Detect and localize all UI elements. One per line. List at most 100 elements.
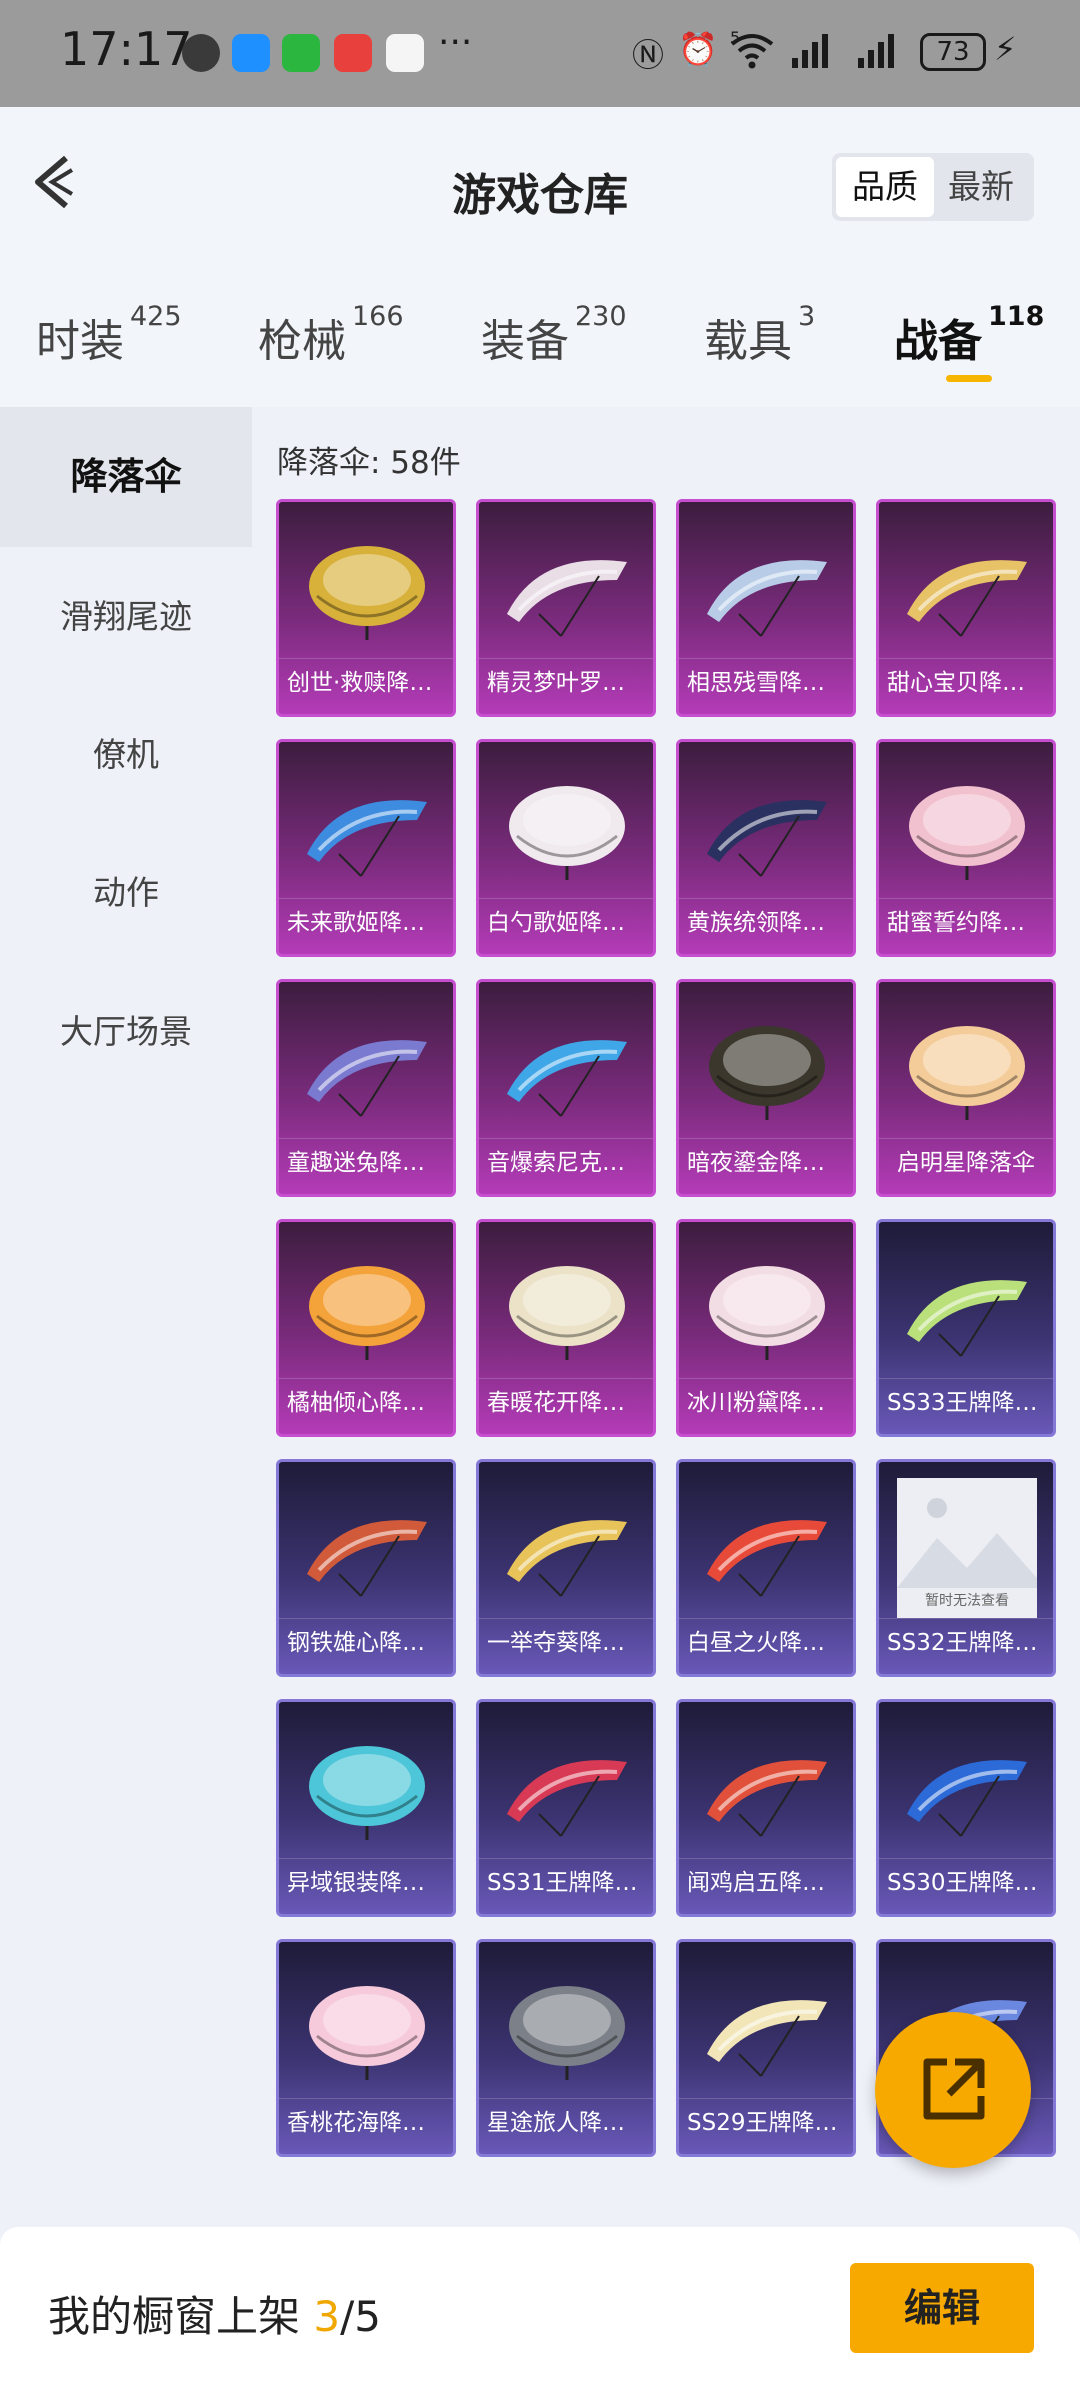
item-name: SS29王牌降落伞 [679, 2098, 853, 2146]
tab-count: 3 [798, 301, 816, 332]
item-card[interactable]: SS29王牌降落伞 [676, 1939, 856, 2157]
item-card[interactable]: 异域银装降落伞 [276, 1699, 456, 1917]
signal-2-icon [856, 30, 900, 78]
item-card[interactable]: 白昼之火降落伞 [676, 1459, 856, 1677]
item-card[interactable]: 橘柚倾心降落伞 [276, 1219, 456, 1437]
parachute-thumbnail [499, 1020, 635, 1124]
item-card[interactable]: 黄族统领降落伞 [676, 739, 856, 957]
tab-count: 230 [575, 301, 627, 332]
showcase-bar: 我的橱窗上架 3/5 编辑 [0, 2227, 1080, 2387]
sidebar-item-lobby-scene[interactable]: 大厅场景 [0, 962, 252, 1102]
parachute-thumbnail [899, 780, 1035, 884]
parachute-thumbnail [299, 540, 435, 644]
parachute-thumbnail [899, 1740, 1035, 1844]
item-card[interactable]: 创世·救赎降落伞 [276, 499, 456, 717]
item-name: 香桃花海降落伞 [279, 2098, 453, 2146]
page-header: 游戏仓库 品质 最新 [0, 107, 1080, 257]
sort-latest-button[interactable]: 最新 [932, 157, 1030, 217]
item-card[interactable]: 未来歌姬降落伞 [276, 739, 456, 957]
tab-equipment[interactable]: 装备 230 [481, 301, 627, 369]
parachute-thumbnail [299, 1020, 435, 1124]
item-card[interactable]: 精灵梦叶罗降落伞 [476, 499, 656, 717]
item-card[interactable]: 童趣迷兔降落伞 [276, 979, 456, 1197]
parachute-thumbnail [699, 1260, 835, 1364]
item-card[interactable]: SS33王牌降落伞 [876, 1219, 1056, 1437]
item-name: 白勺歌姬降落伞 [479, 898, 653, 946]
item-name: SS33王牌降落伞 [879, 1378, 1053, 1426]
tab-label: 枪械 [258, 316, 346, 367]
tab-firearms[interactable]: 枪械 166 [258, 301, 404, 369]
item-card[interactable]: 一举夺葵降落伞 [476, 1459, 656, 1677]
item-card[interactable]: 甜蜜誓约降落伞 [876, 739, 1056, 957]
tab-label: 载具 [704, 316, 792, 367]
item-name: 星途旅人降落伞 [479, 2098, 653, 2146]
parachute-thumbnail [499, 1740, 635, 1844]
parachute-thumbnail [699, 1980, 835, 2084]
parachute-thumbnail [299, 1980, 435, 2084]
sidebar-item-wingman[interactable]: 僚机 [0, 685, 252, 825]
wechat-notification-icon [282, 34, 320, 72]
china-mobile-notification-icon [386, 34, 424, 72]
item-card[interactable]: 冰川粉黛降落伞 [676, 1219, 856, 1437]
item-card[interactable]: SS31王牌降落伞 [476, 1699, 656, 1917]
tab-fashion[interactable]: 时装 425 [36, 301, 182, 369]
sidebar-item-emote[interactable]: 动作 [0, 823, 252, 963]
showcase-status: 我的橱窗上架 3/5 [48, 2283, 381, 2344]
parachute-thumbnail [299, 780, 435, 884]
item-name: SS31王牌降落伞 [479, 1858, 653, 1906]
item-name: 黄族统领降落伞 [679, 898, 853, 946]
external-link-icon [923, 2058, 985, 2120]
item-card[interactable]: 钢铁雄心降落伞 [276, 1459, 456, 1677]
edit-button[interactable]: 编辑 [850, 2263, 1034, 2353]
item-card[interactable]: 甜心宝贝降落伞 [876, 499, 1056, 717]
parachute-thumbnail [899, 1020, 1035, 1124]
tab-vehicles[interactable]: 载具 3 [704, 301, 815, 369]
sidebar-item-parachute[interactable]: 降落伞 [0, 407, 252, 547]
parachute-thumbnail [699, 1020, 835, 1124]
item-card[interactable]: 暗夜鎏金降落伞 [676, 979, 856, 1197]
item-name: 橘柚倾心降落伞 [279, 1378, 453, 1426]
tab-count: 118 [988, 301, 1045, 332]
status-time: 17:17 [60, 22, 193, 76]
tab-label: 战备 [894, 316, 982, 367]
sort-toggle: 品质 最新 [832, 153, 1034, 221]
avatar-notification-icon [182, 34, 220, 72]
item-count-label: 降落伞: 58件 [277, 445, 461, 481]
parachute-thumbnail [299, 1500, 435, 1604]
item-card[interactable]: 香桃花海降落伞 [276, 1939, 456, 2157]
item-name: 春暖花开降落伞 [479, 1378, 653, 1426]
status-bar: 17:17 ··· Ⓝ ⏰ 5 73 ⚡ [0, 0, 1080, 107]
item-card[interactable]: 相思残雪降落伞 [676, 499, 856, 717]
item-card[interactable]: 白勺歌姬降落伞 [476, 739, 656, 957]
tab-battle-prep[interactable]: 战备 118 [894, 301, 1044, 369]
showcase-current-count: 3 [313, 2292, 341, 2341]
sidebar-item-glide-trail[interactable]: 滑翔尾迹 [0, 547, 252, 687]
item-name: 白昼之火降落伞 [679, 1618, 853, 1666]
item-name: 异域银装降落伞 [279, 1858, 453, 1906]
item-name: 创世·救赎降落伞 [279, 658, 453, 706]
item-card[interactable]: 音爆索尼克降落伞 [476, 979, 656, 1197]
item-card[interactable]: 春暖花开降落伞 [476, 1219, 656, 1437]
parachute-thumbnail [499, 1500, 635, 1604]
placeholder-text: 暂时无法查看 [925, 1593, 1009, 1609]
item-name: 暗夜鎏金降落伞 [679, 1138, 853, 1186]
parachute-thumbnail [699, 1740, 835, 1844]
image-unavailable-icon [897, 1498, 1037, 1588]
message-notification-icon [232, 34, 270, 72]
item-card[interactable]: 启明星降落伞 [876, 979, 1056, 1197]
item-name: 闻鸡启五降落伞 [679, 1858, 853, 1906]
item-card[interactable]: 闻鸡启五降落伞 [676, 1699, 856, 1917]
parachute-thumbnail [299, 1260, 435, 1364]
item-card[interactable]: SS30王牌降落伞 [876, 1699, 1056, 1917]
image-placeholder: 暂时无法查看 [897, 1478, 1037, 1618]
sort-quality-button[interactable]: 品质 [836, 157, 934, 217]
active-tab-indicator [946, 375, 992, 382]
item-list-panel: 降落伞: 58件 创世·救赎降落伞 精灵梦叶罗降落伞 相思残雪降落伞 甜心宝贝降落伞未… [252, 407, 1080, 2227]
parachute-thumbnail [899, 1260, 1035, 1364]
item-name: 甜心宝贝降落伞 [879, 658, 1053, 706]
item-card[interactable]: 星途旅人降落伞 [476, 1939, 656, 2157]
item-card[interactable]: 暂时无法查看 SS32王牌降落伞 [876, 1459, 1056, 1677]
tab-label: 装备 [481, 316, 569, 367]
item-name: 音爆索尼克降落伞 [479, 1138, 653, 1186]
share-button[interactable] [875, 2012, 1031, 2168]
